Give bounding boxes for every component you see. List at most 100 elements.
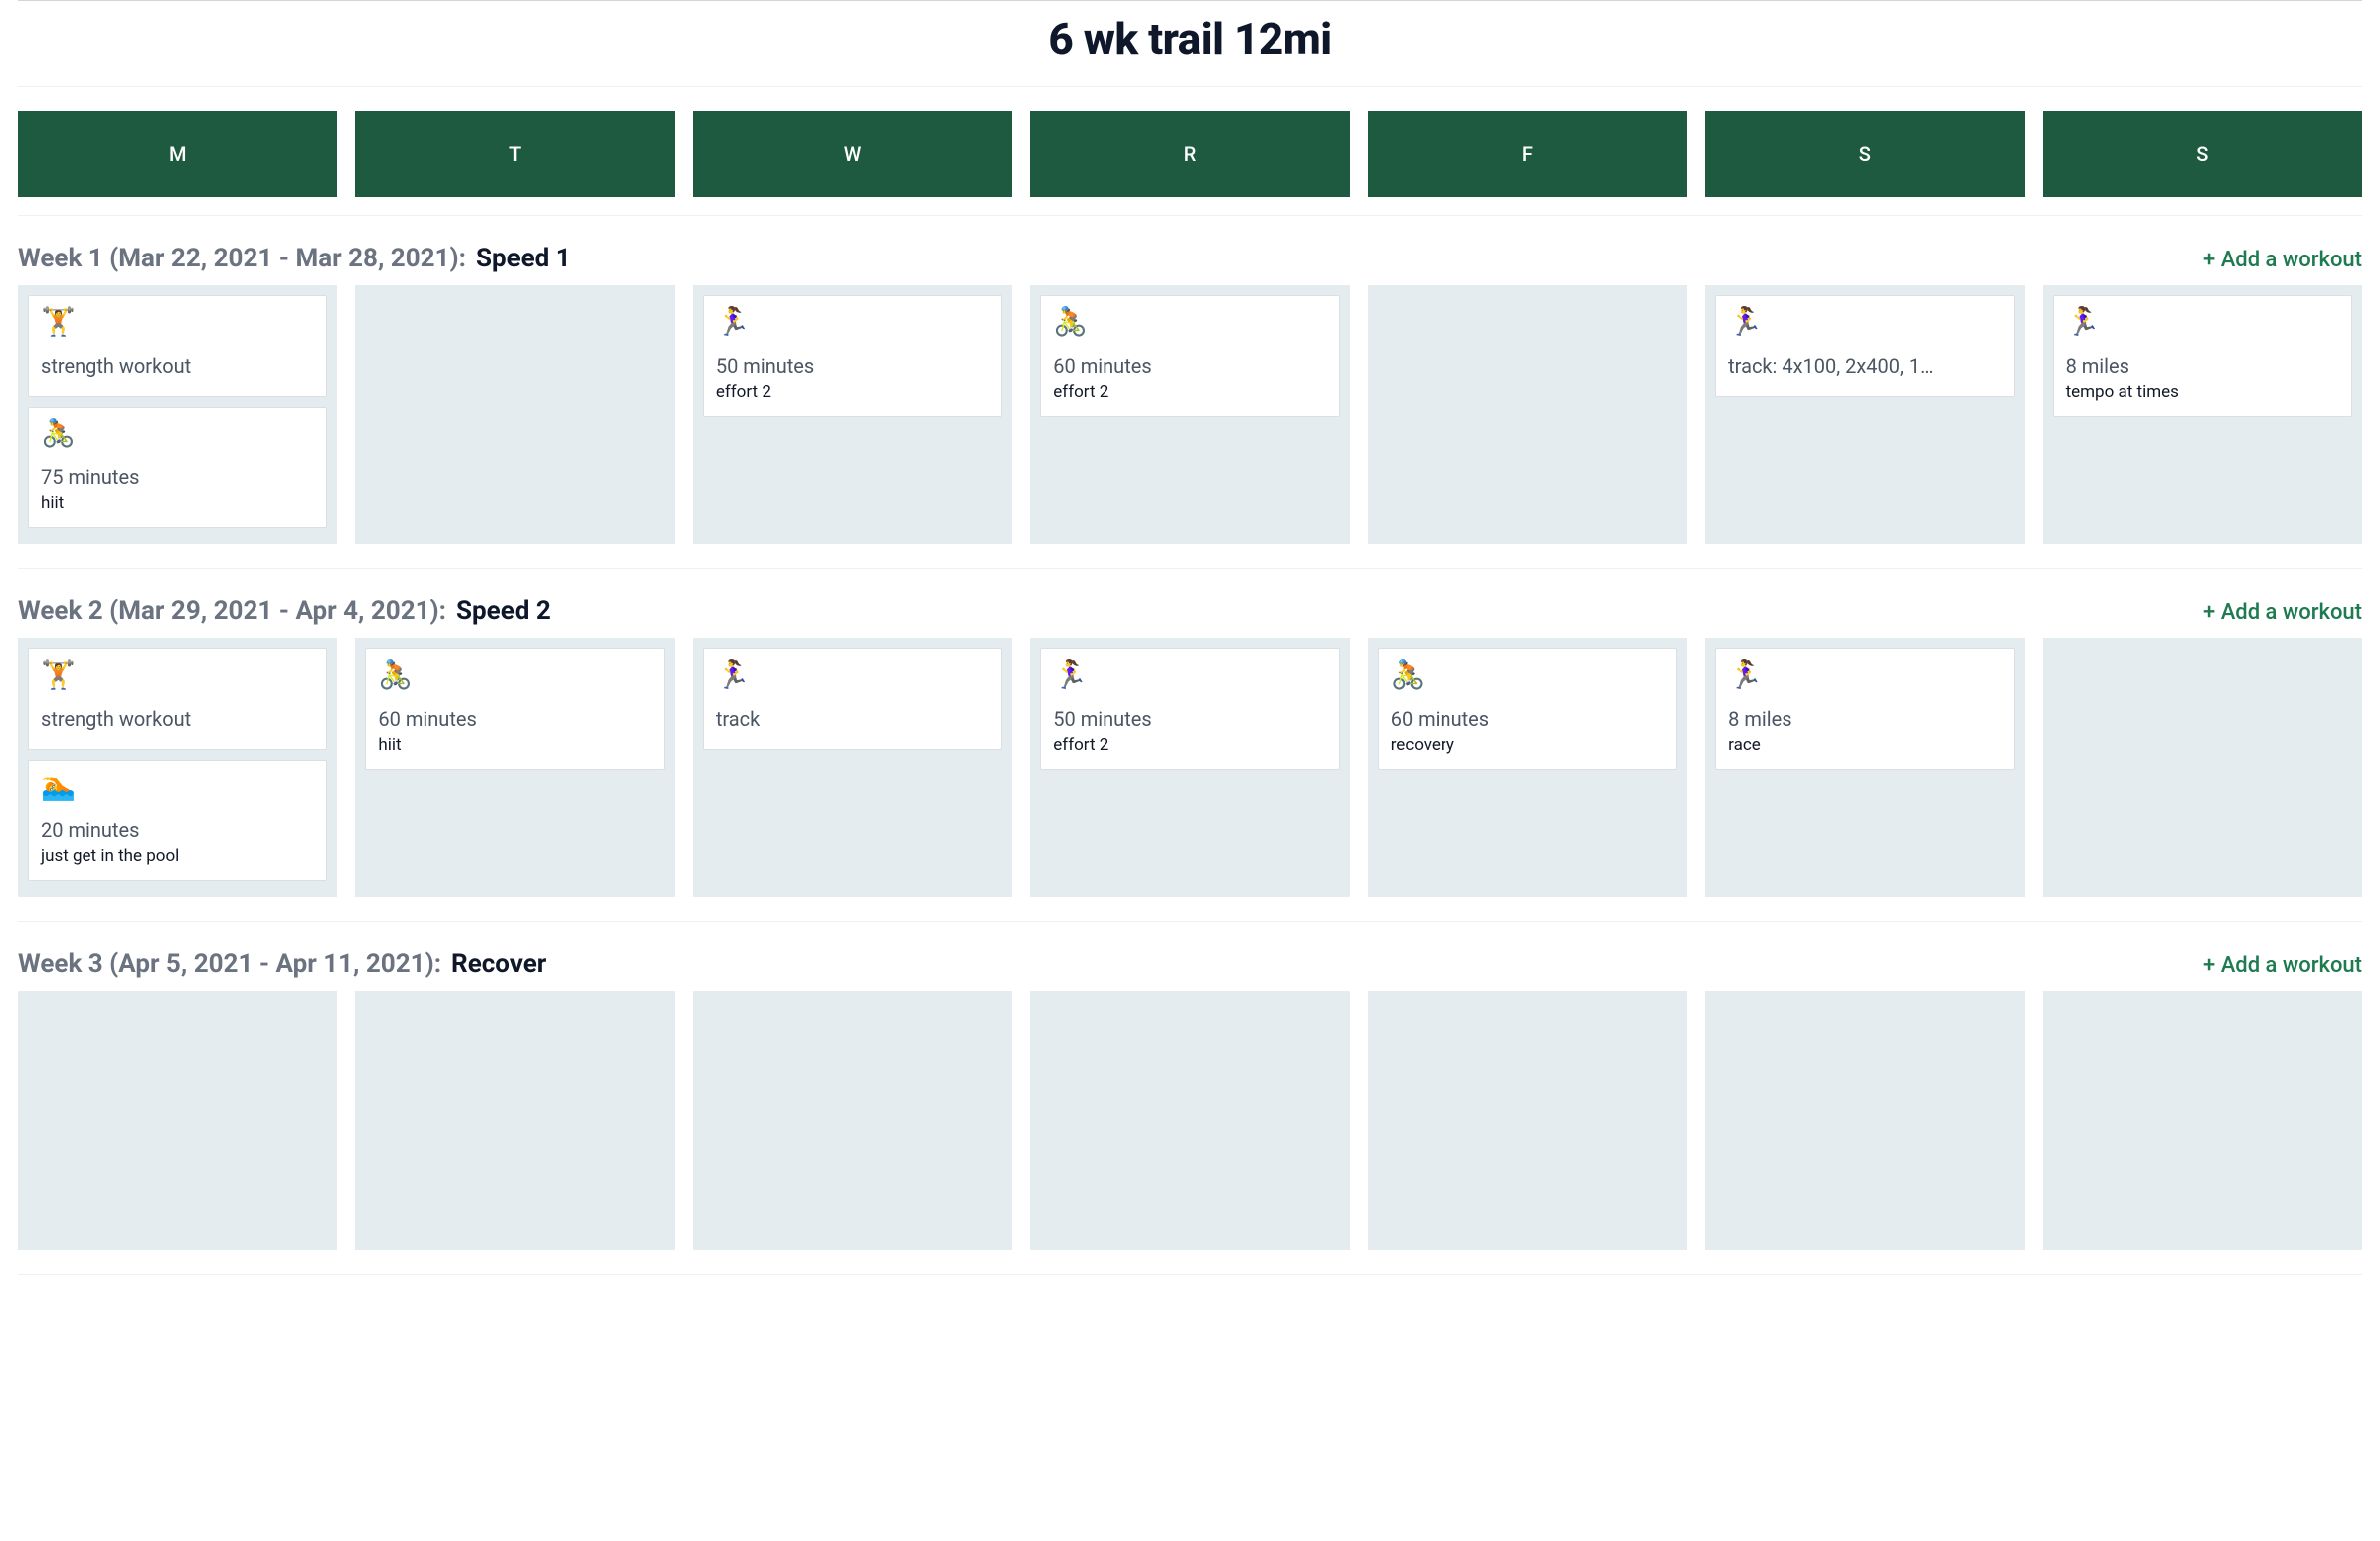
workout-subtitle: hiit [378,735,651,755]
day-cell[interactable]: 🏃‍♀️ track [693,638,1012,897]
day-cell[interactable]: 🏋️ strength workout 🚴 75 minutes hiit [18,285,337,544]
day-cell[interactable] [1705,991,2024,1250]
day-cell[interactable] [693,991,1012,1250]
workout-card[interactable]: 🏃‍♀️ track: 4x100, 2x400, 1… [1715,295,2014,397]
workout-card[interactable]: 🚴 60 minutes recovery [1378,648,1677,770]
workout-card[interactable]: 🚴 75 minutes hiit [28,407,327,528]
workout-title: 60 minutes [1053,354,1326,378]
page-title: 6 wk trail 12mi [18,13,2362,65]
day-cell[interactable] [355,991,674,1250]
week-name: Recover [451,949,546,979]
day-cell[interactable]: 🏃‍♀️ 8 miles tempo at times [2043,285,2362,544]
day-cell[interactable]: 🏃‍♀️ 50 minutes effort 2 [1030,638,1349,897]
strength-icon: 🏋️ [41,661,314,689]
day-header-friday: F [1368,111,1687,197]
week-date-label: Week 1 (Mar 22, 2021 - Mar 28, 2021): [18,244,466,273]
workout-card[interactable]: 🏋️ strength workout [28,648,327,750]
week-header-row: Week 1 (Mar 22, 2021 - Mar 28, 2021): Spe… [18,244,2362,273]
workout-title: 50 minutes [1053,707,1326,731]
day-cell[interactable] [1368,285,1687,544]
week-date-label: Week 2 (Mar 29, 2021 - Apr 4, 2021): [18,597,446,626]
week-grid: 🏋️ strength workout 🚴 75 minutes hiit 🏃‍♀️ 50 … [18,285,2362,569]
run-icon: 🏃‍♀️ [1728,661,2001,689]
day-cell[interactable] [355,285,674,544]
day-header-row: M T W R F S S [18,87,2362,216]
workout-title: strength workout [41,707,314,731]
workout-card[interactable]: 🚴 60 minutes effort 2 [1040,295,1339,417]
day-cell[interactable] [1030,991,1349,1250]
workout-subtitle: just get in the pool [41,846,314,866]
cycle-icon: 🚴 [41,420,314,447]
day-header-tuesday: T [355,111,674,197]
week-grid [18,991,2362,1275]
workout-title: track [716,707,989,731]
workout-title: 50 minutes [716,354,989,378]
day-header-sunday: S [2043,111,2362,197]
workout-title: 60 minutes [1391,707,1664,731]
workout-card[interactable]: 🏃‍♀️ 50 minutes effort 2 [703,295,1002,417]
strength-icon: 🏋️ [41,308,314,336]
run-icon: 🏃‍♀️ [1728,308,2001,336]
workout-card[interactable]: 🏃‍♀️ 8 miles race [1715,648,2014,770]
workout-subtitle: recovery [1391,735,1664,755]
week-header-row: Week 2 (Mar 29, 2021 - Apr 4, 2021): Spee… [18,597,2362,626]
run-icon: 🏃‍♀️ [2066,308,2339,336]
week-header-left: Week 2 (Mar 29, 2021 - Apr 4, 2021): Spee… [18,597,551,626]
day-cell[interactable]: 🏋️ strength workout 🏊 20 minutes just get in… [18,638,337,897]
day-cell[interactable]: 🚴 60 minutes effort 2 [1030,285,1349,544]
run-icon: 🏃‍♀️ [1053,661,1326,689]
day-cell[interactable] [2043,638,2362,897]
day-cell[interactable]: 🚴 60 minutes hiit [355,638,674,897]
cycle-icon: 🚴 [378,661,651,689]
day-cell[interactable] [2043,991,2362,1250]
workout-subtitle: hiit [41,493,314,513]
day-header-saturday: S [1705,111,2024,197]
workout-title: 75 minutes [41,465,314,489]
add-workout-button[interactable]: + Add a workout [2203,953,2362,978]
workout-card[interactable]: 🏊 20 minutes just get in the pool [28,760,327,881]
add-workout-button[interactable]: + Add a workout [2203,600,2362,625]
day-cell[interactable]: 🏃‍♀️ 8 miles race [1705,638,2024,897]
day-header-monday: M [18,111,337,197]
week-name: Speed 2 [456,597,551,626]
workout-subtitle: effort 2 [1053,382,1326,402]
title-bar: 6 wk trail 12mi [18,0,2362,87]
workout-title: track: 4x100, 2x400, 1… [1728,354,2001,378]
week-header-left: Week 1 (Mar 22, 2021 - Mar 28, 2021): Spe… [18,244,571,273]
add-workout-button[interactable]: + Add a workout [2203,248,2362,272]
week-header-row: Week 3 (Apr 5, 2021 - Apr 11, 2021): Reco… [18,949,2362,979]
workout-card[interactable]: 🚴 60 minutes hiit [365,648,664,770]
run-icon: 🏃‍♀️ [716,661,989,689]
day-header-wednesday: W [693,111,1012,197]
week-section: Week 1 (Mar 22, 2021 - Mar 28, 2021): Spe… [18,216,2362,569]
workout-title: 20 minutes [41,818,314,842]
week-date-label: Week 3 (Apr 5, 2021 - Apr 11, 2021): [18,949,441,979]
day-cell[interactable]: 🏃‍♀️ 50 minutes effort 2 [693,285,1012,544]
workout-card[interactable]: 🏃‍♀️ 50 minutes effort 2 [1040,648,1339,770]
day-header-thursday: R [1030,111,1349,197]
swim-icon: 🏊 [41,772,314,800]
workout-title: strength workout [41,354,314,378]
week-name: Speed 1 [476,244,571,273]
day-cell[interactable] [18,991,337,1250]
day-cell[interactable]: 🚴 60 minutes recovery [1368,638,1687,897]
cycle-icon: 🚴 [1053,308,1326,336]
workout-title: 8 miles [1728,707,2001,731]
workout-title: 8 miles [2066,354,2339,378]
week-section: Week 2 (Mar 29, 2021 - Apr 4, 2021): Spee… [18,569,2362,922]
workout-subtitle: effort 2 [716,382,989,402]
day-cell[interactable]: 🏃‍♀️ track: 4x100, 2x400, 1… [1705,285,2024,544]
workout-title: 60 minutes [378,707,651,731]
workout-subtitle: effort 2 [1053,735,1326,755]
workout-subtitle: race [1728,735,2001,755]
run-icon: 🏃‍♀️ [716,308,989,336]
workout-card[interactable]: 🏃‍♀️ track [703,648,1002,750]
workout-card[interactable]: 🏋️ strength workout [28,295,327,397]
week-grid: 🏋️ strength workout 🏊 20 minutes just get in… [18,638,2362,922]
week-header-left: Week 3 (Apr 5, 2021 - Apr 11, 2021): Reco… [18,949,546,979]
day-cell[interactable] [1368,991,1687,1250]
workout-card[interactable]: 🏃‍♀️ 8 miles tempo at times [2053,295,2352,417]
week-section: Week 3 (Apr 5, 2021 - Apr 11, 2021): Reco… [18,922,2362,1275]
cycle-icon: 🚴 [1391,661,1664,689]
workout-subtitle: tempo at times [2066,382,2339,402]
